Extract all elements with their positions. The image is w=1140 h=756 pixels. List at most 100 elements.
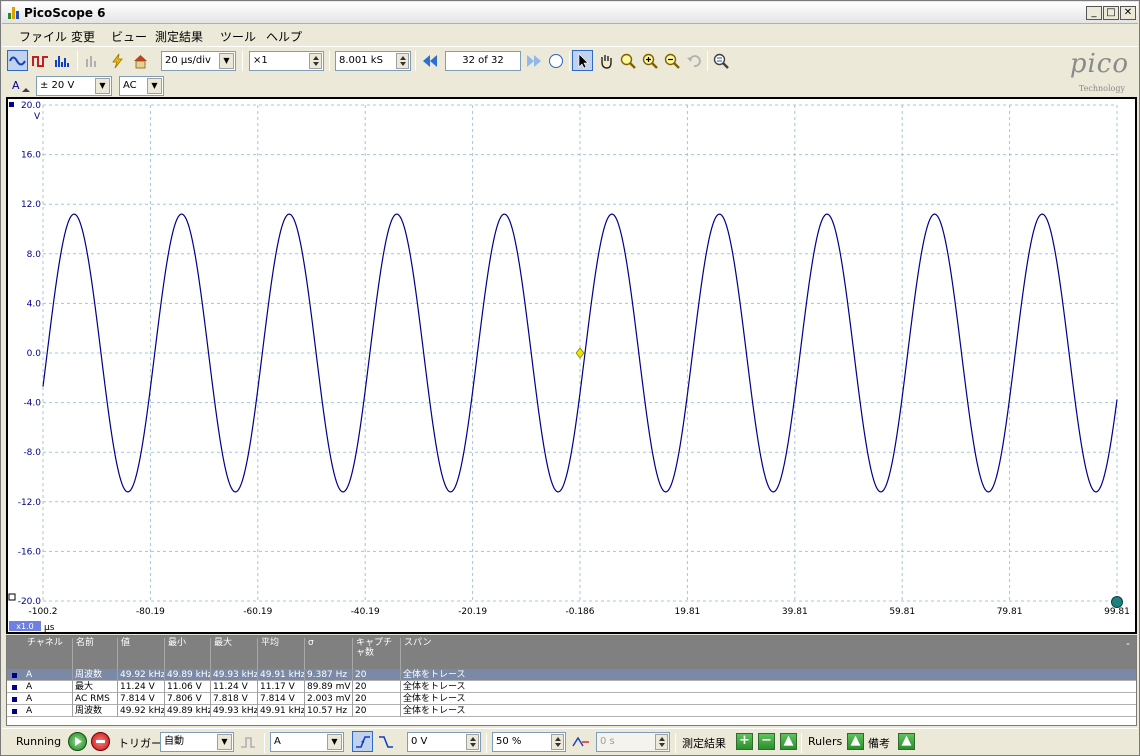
advanced-trigger-icon[interactable] — [237, 731, 258, 752]
lightning-icon[interactable] — [107, 50, 128, 71]
spin-arrows-icon[interactable] — [396, 53, 409, 69]
x-tick-label: -60.19 — [243, 607, 272, 617]
measurements-header: チャネル 名前 値 最小 最大 平均 σ キャプチャ数 スパン ‑ — [7, 636, 1136, 669]
measurements-table[interactable]: チャネル 名前 値 最小 最大 平均 σ キャプチャ数 スパン ‑ A 周波数 49… — [6, 635, 1137, 726]
title-bar[interactable]: PicoScope 6 _ □ ✕ — [2, 2, 1138, 24]
chevron-down-icon[interactable]: ▼ — [327, 734, 342, 750]
run-button[interactable] — [68, 732, 87, 751]
menu-tools[interactable]: ツール — [220, 28, 256, 45]
close-button[interactable]: ✕ — [1120, 6, 1136, 20]
zoom-in-icon[interactable] — [639, 50, 660, 71]
trigger-marker-icon[interactable] — [575, 347, 585, 359]
header-name[interactable]: 名前 — [72, 638, 117, 669]
coupling-select[interactable]: AC ▼ — [119, 76, 164, 96]
spectrum-mode-icon[interactable] — [52, 50, 73, 71]
toolbar-separator — [77, 51, 78, 71]
x-tick-label: 59.81 — [889, 607, 915, 617]
menu-edit[interactable]: 変更 — [71, 28, 95, 45]
spin-arrows-icon[interactable] — [655, 734, 668, 750]
table-row[interactable]: A 周波数 49.92 kHz 49.89 kHz 49.93 kHz 49.91 kHz… — [7, 669, 1136, 681]
chevron-down-icon[interactable]: ▼ — [95, 78, 110, 94]
home-icon[interactable] — [130, 50, 151, 71]
chevron-down-icon[interactable]: ▼ — [147, 78, 162, 94]
spin-arrows-icon[interactable] — [466, 734, 479, 750]
toolbar-separator — [569, 51, 570, 71]
buffer-last-icon[interactable] — [523, 50, 544, 71]
x-tick-label: -0.186 — [565, 607, 594, 617]
scope-plot[interactable]: 20.0 16.0 12.0 8.0 4.0 0.0 -4.0 -8.0 -12.0 -16.0 -… — [8, 99, 1135, 632]
y-tick-label: 12.0 — [21, 200, 41, 210]
cell-name: 最大 — [72, 681, 117, 693]
minimize-button[interactable]: _ — [1086, 6, 1102, 20]
stop-button[interactable] — [91, 732, 110, 751]
header-channel[interactable]: チャネル — [24, 638, 72, 669]
menu-measurements[interactable]: 測定結果 — [155, 28, 203, 45]
header-max[interactable]: 最大 — [210, 638, 257, 669]
y-tick-label: 16.0 — [21, 151, 41, 161]
hand-tool-icon[interactable] — [595, 50, 616, 71]
trigger-mode-value: 自動 — [164, 736, 184, 747]
header-sigma[interactable]: σ — [304, 638, 352, 669]
delay-stepper[interactable]: 0 s — [596, 732, 670, 752]
zoom-value: ×1 — [253, 55, 268, 66]
maximize-button[interactable]: □ — [1103, 6, 1119, 20]
post-trigger-delay-icon[interactable] — [570, 731, 591, 752]
toolbar-separator — [242, 51, 243, 71]
collapse-icon[interactable]: ‑ — [1126, 637, 1130, 650]
header-span[interactable]: スパン — [400, 638, 1120, 669]
header-capture-count[interactable]: キャプチャ数 — [352, 638, 400, 669]
scope-mode-icon[interactable] — [7, 50, 28, 71]
timebase-select[interactable]: 20 µs/div ▼ — [161, 51, 236, 71]
menu-file[interactable]: ファイル — [19, 28, 67, 45]
trigger-mode-select[interactable]: 自動 ▼ — [160, 732, 234, 752]
edit-measurement-button[interactable]: ▲ — [780, 733, 797, 750]
chevron-down-icon[interactable]: ▼ — [217, 734, 232, 750]
zoom-stepper[interactable]: ×1 — [249, 51, 324, 71]
rising-edge-icon[interactable] — [352, 731, 373, 752]
falling-edge-icon[interactable] — [375, 731, 396, 752]
x-tick-label: 79.81 — [997, 607, 1023, 617]
zoom-region-icon[interactable] — [617, 50, 638, 71]
trigger-level-stepper[interactable]: 0 V — [407, 732, 481, 752]
table-row[interactable]: A AC RMS 7.814 V 7.806 V 7.818 V 7.814 V 2.003… — [7, 693, 1136, 705]
zoom-out-icon[interactable] — [661, 50, 682, 71]
pointer-tool-icon[interactable] — [572, 50, 593, 71]
menu-help[interactable]: ヘルプ — [266, 28, 302, 45]
scope-view[interactable]: 20.0 16.0 12.0 8.0 4.0 0.0 -4.0 -8.0 -12.0 -16.0 -… — [6, 97, 1137, 634]
spin-arrows-icon[interactable] — [551, 734, 564, 750]
samples-stepper[interactable]: 8.001 kS — [335, 51, 411, 71]
table-row[interactable]: A 周波数 49.92 kHz 49.89 kHz 49.93 kHz 49.91 kHz… — [7, 705, 1136, 717]
table-row[interactable]: A 最大 11.24 V 11.06 V 11.24 V 11.17 V 89.89 mV 2… — [7, 681, 1136, 693]
buffer-position: 32 of 32 — [462, 55, 504, 66]
toolbar-separator — [329, 51, 330, 71]
menu-view[interactable]: ビュー — [111, 28, 147, 45]
notes-toggle-button[interactable]: ▲ — [898, 733, 915, 750]
range-select[interactable]: ± 20 V ▼ — [36, 76, 112, 96]
cell-max: 49.93 kHz — [210, 705, 257, 717]
header-value[interactable]: 値 — [117, 638, 164, 669]
undo-zoom-icon[interactable] — [683, 50, 704, 71]
rulers-toggle-button[interactable]: ▲ — [847, 733, 864, 750]
main-toolbar: 20 µs/div ▼ ×1 8.001 kS 32 of 32 — [2, 46, 1138, 74]
y-tick-label: -8.0 — [23, 448, 41, 458]
cell-min: 7.806 V — [164, 693, 210, 705]
trigger-channel-select[interactable]: A ▼ — [270, 732, 344, 752]
header-min[interactable]: 最小 — [164, 638, 210, 669]
buffer-navigator-icon[interactable] — [545, 50, 566, 71]
channel-marker-icon — [12, 673, 17, 678]
cell-min: 11.06 V — [164, 681, 210, 693]
add-measurement-button[interactable]: + — [736, 733, 753, 750]
buffer-first-icon[interactable] — [419, 50, 440, 71]
zoom-fit-icon[interactable] — [710, 50, 731, 71]
header-average[interactable]: 平均 — [257, 638, 304, 669]
persistence-mode-icon[interactable] — [30, 50, 51, 71]
chevron-down-icon[interactable]: ▼ — [219, 53, 234, 69]
ruler-handle-icon[interactable] — [1111, 596, 1123, 608]
pretrigger-stepper[interactable]: 50 % — [492, 732, 566, 752]
signal-generator-icon[interactable] — [82, 50, 103, 71]
timebase-value: 20 µs/div — [165, 55, 211, 66]
spin-arrows-icon[interactable] — [309, 53, 322, 69]
remove-measurement-button[interactable]: − — [758, 733, 775, 750]
buffer-navigator[interactable]: 32 of 32 — [445, 51, 521, 71]
cell-average: 49.91 kHz — [257, 705, 304, 717]
